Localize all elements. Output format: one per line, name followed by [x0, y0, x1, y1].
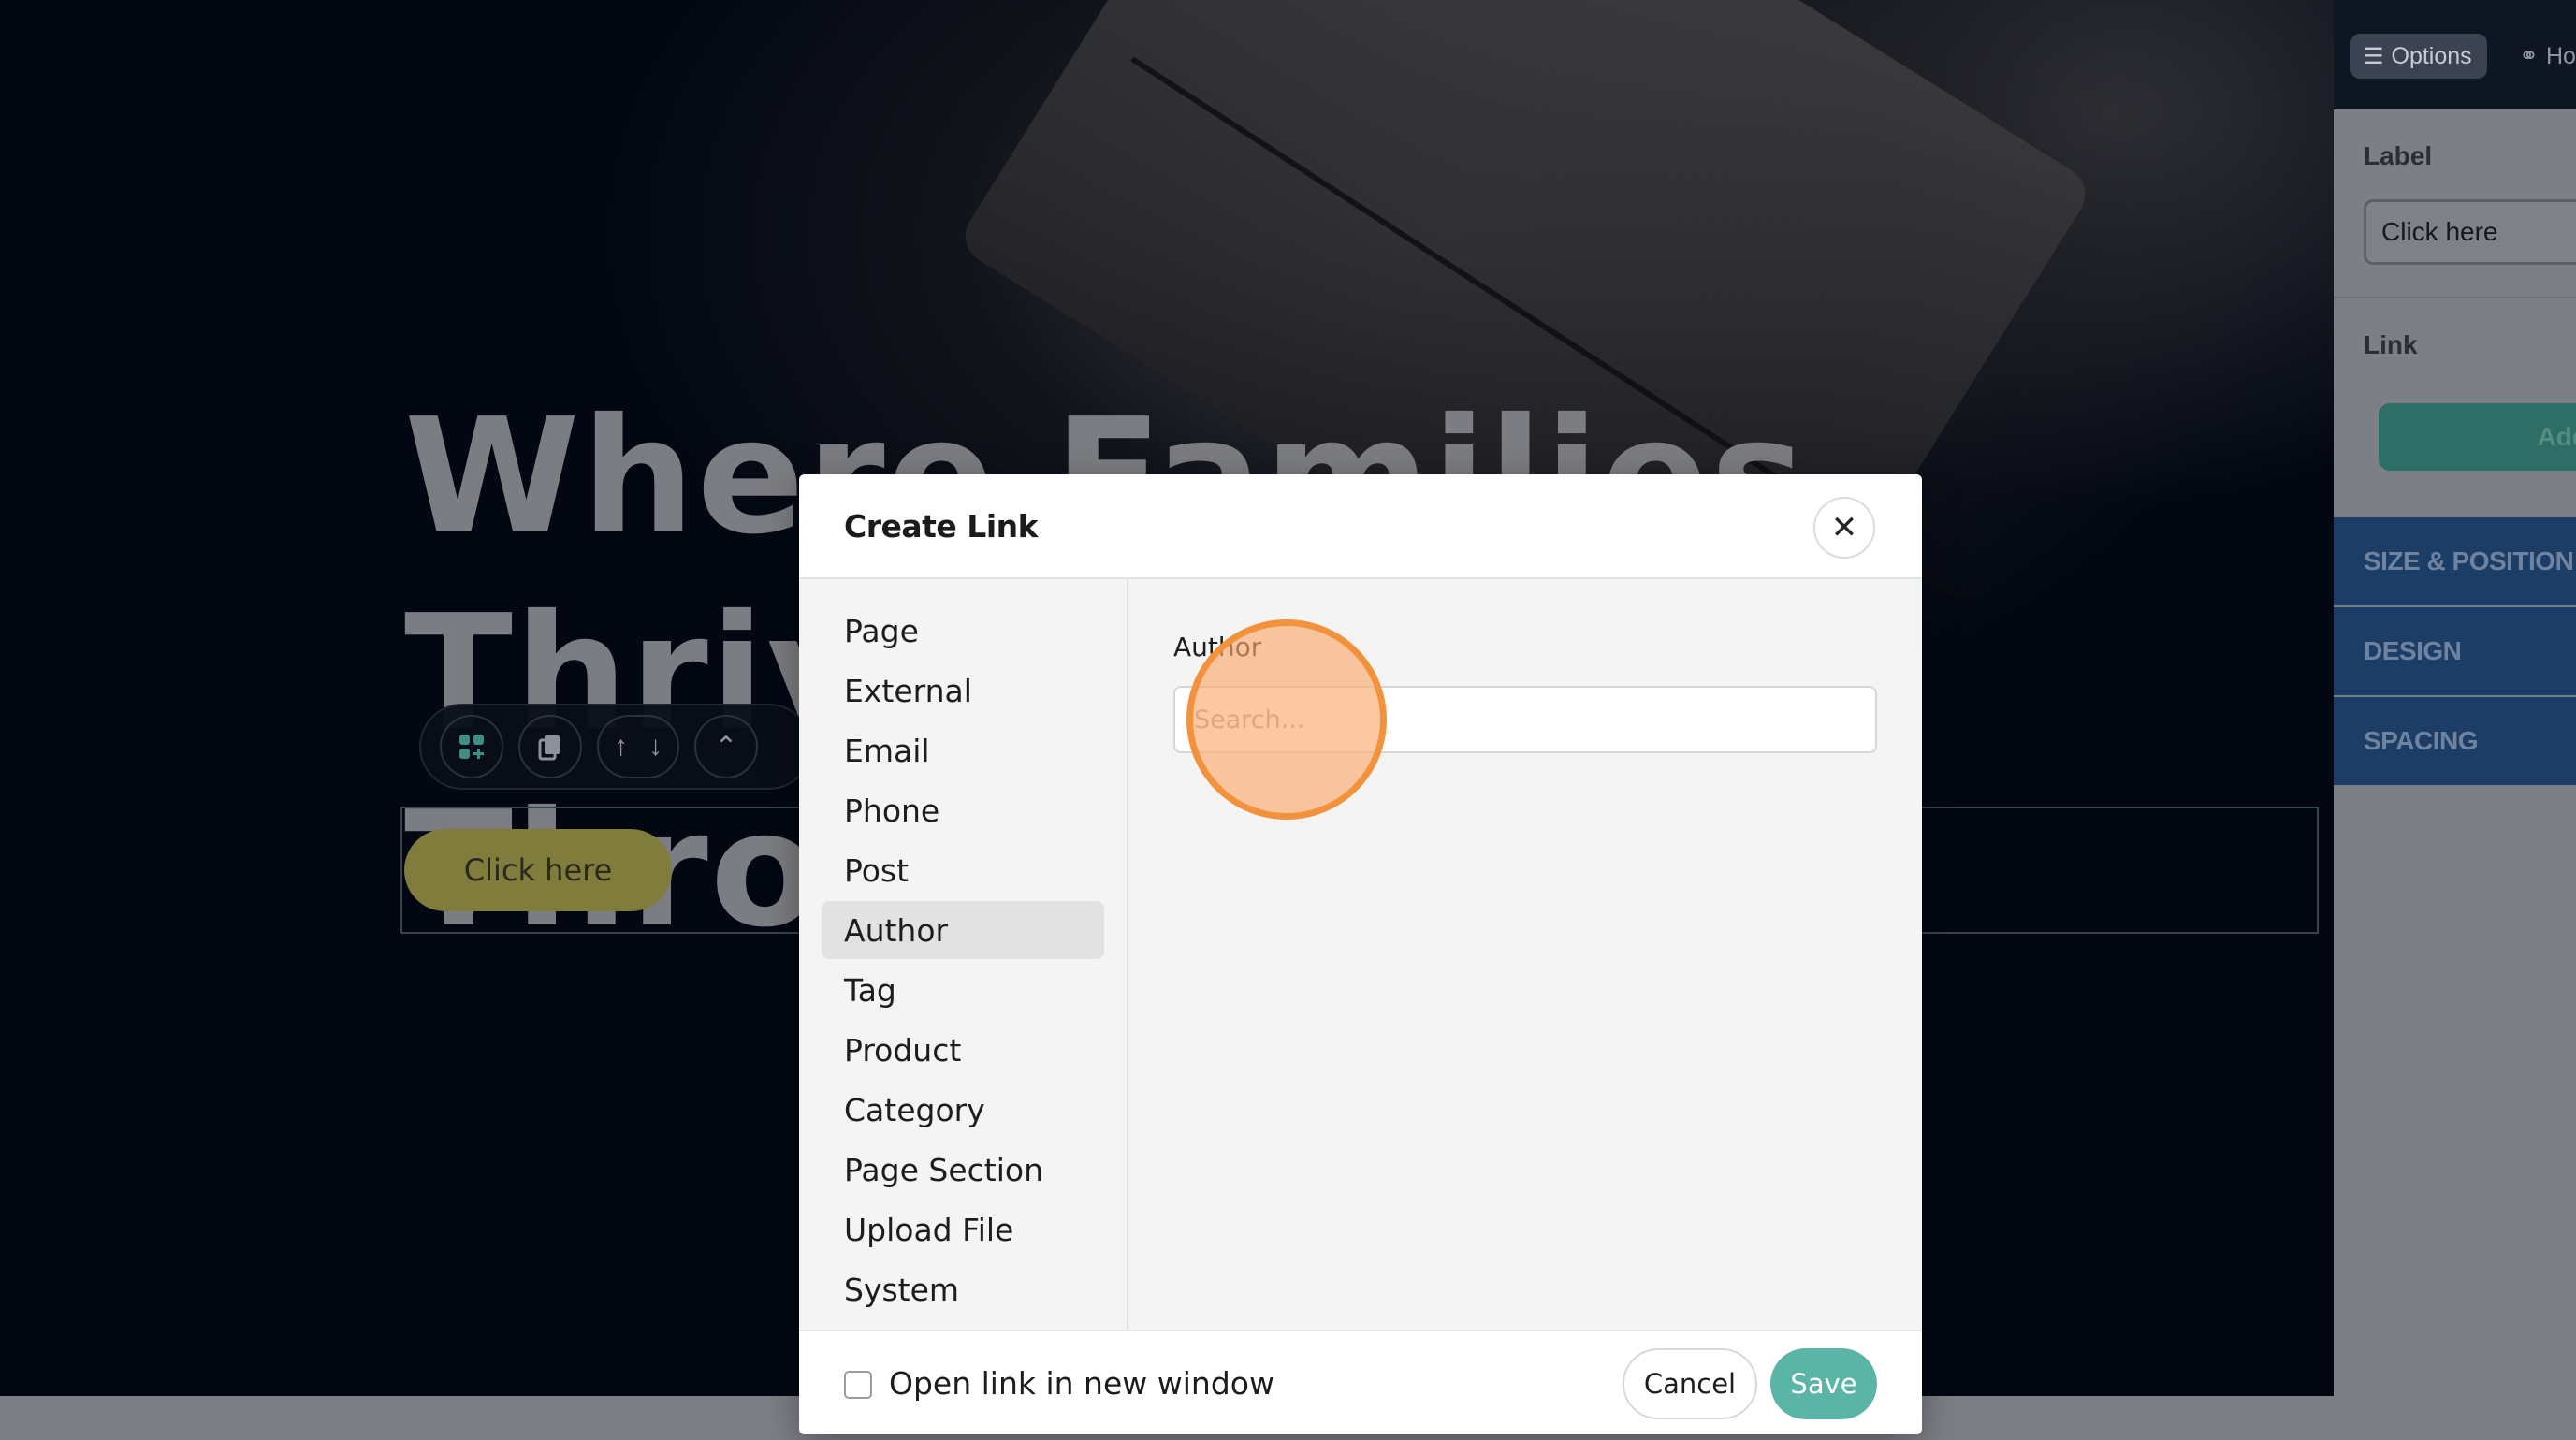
link-type-page-section[interactable]: Page Section: [822, 1141, 1104, 1199]
link-type-phone[interactable]: Phone: [822, 781, 1104, 839]
link-type-category[interactable]: Category: [822, 1081, 1104, 1139]
block-toolbar: ↑ ↓ ⌃: [419, 704, 812, 790]
arrow-up-icon[interactable]: ↑: [614, 731, 628, 763]
dialog-footer: Open link in new window Cancel Save: [799, 1330, 1922, 1434]
tab-options-label: Options: [2391, 42, 2472, 69]
chevron-double-up-icon[interactable]: ⌃: [694, 715, 758, 778]
link-type-external[interactable]: External: [822, 662, 1104, 720]
link-type-product[interactable]: Product: [822, 1021, 1104, 1079]
dialog-header: Create Link ✕: [799, 474, 1922, 579]
arrow-down-icon[interactable]: ↓: [648, 731, 662, 763]
open-new-window-checkbox[interactable]: [844, 1371, 872, 1399]
add-link-button[interactable]: Add: [2379, 403, 2576, 471]
tab-hover-label: Ho: [2545, 42, 2576, 69]
link-type-system[interactable]: System: [822, 1260, 1104, 1318]
settings-panel: ☰ Options ⚭ Ho Label Click here Link Add…: [2334, 0, 2576, 1440]
cancel-button[interactable]: Cancel: [1623, 1348, 1757, 1419]
link-type-email[interactable]: Email: [822, 721, 1104, 779]
link-type-tag[interactable]: Tag: [822, 961, 1104, 1019]
link-field-title: Link: [2364, 330, 2418, 359]
label-field-title: Label: [2364, 141, 2433, 170]
open-new-window-label[interactable]: Open link in new window: [889, 1365, 1274, 1402]
panel-body: Label Click here Link Add SIZE & POSITIO…: [2334, 109, 2576, 1440]
click-highlight-marker: [1186, 619, 1387, 820]
link-type-page[interactable]: Page: [822, 602, 1104, 660]
tab-hover[interactable]: ⚭ Ho: [2519, 34, 2576, 79]
save-button[interactable]: Save: [1770, 1348, 1877, 1419]
label-input[interactable]: Click here: [2364, 199, 2576, 265]
hover-icon: ⚭: [2519, 43, 2539, 69]
link-type-upload-file[interactable]: Upload File: [822, 1200, 1104, 1258]
panel-tabs: ☰ Options ⚭ Ho: [2334, 0, 2576, 109]
section-design[interactable]: DESIGN: [2334, 607, 2576, 695]
dialog-title: Create Link: [844, 508, 1039, 545]
link-type-list: Page External Email Phone Post Author Ta…: [799, 579, 1128, 1335]
move-buttons: ↑ ↓: [597, 715, 679, 778]
tab-options[interactable]: ☰ Options: [2350, 34, 2487, 79]
sliders-icon: ☰: [2364, 43, 2384, 69]
close-icon[interactable]: ✕: [1813, 497, 1875, 559]
grid-add-icon[interactable]: [440, 715, 503, 778]
section-size-position[interactable]: SIZE & POSITION: [2334, 517, 2576, 605]
hero-cta-button[interactable]: Click here: [404, 829, 672, 911]
link-type-author[interactable]: Author: [822, 901, 1104, 959]
copy-icon[interactable]: [518, 715, 582, 778]
section-spacing[interactable]: SPACING: [2334, 697, 2576, 785]
panel-divider: [2334, 297, 2576, 298]
create-link-dialog: Create Link ✕ Page External Email Phone …: [799, 474, 1922, 1434]
link-type-post[interactable]: Post: [822, 841, 1104, 899]
